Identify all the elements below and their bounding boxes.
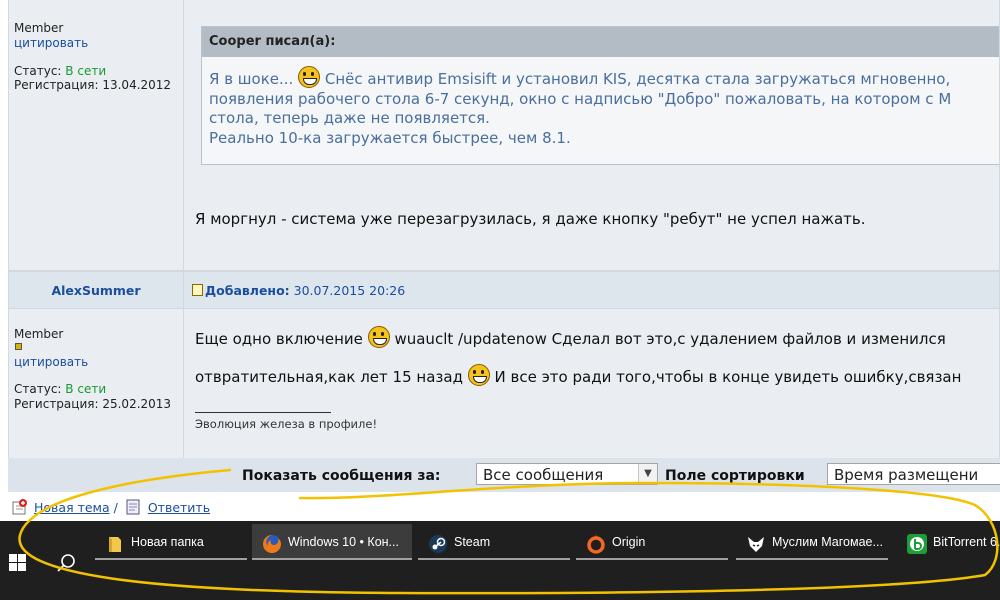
message-line: отвратительная,как лет 15 назад И все эт…: [195, 364, 961, 386]
select-value: Время размещени: [834, 466, 979, 484]
reply-icon: [126, 499, 142, 515]
quote-line: Снёс антивир Emsisift и установил KIS, д…: [324, 70, 951, 88]
quote-header: Cooper писал(а):: [202, 27, 999, 57]
status-label: Статус:: [14, 382, 62, 396]
post1-message: Cooper писал(а): Я в шоке... Снёс антиви…: [184, 0, 999, 270]
chevron-down-icon: ▼: [638, 464, 657, 484]
new-topic-link[interactable]: Новая тема: [34, 500, 110, 515]
post2-message: Еще одно включение wuauclt /updatenow Сд…: [184, 309, 999, 458]
taskbar-item-label: Муслим Магомае...: [772, 535, 883, 549]
taskbar-item-indicator: [252, 558, 412, 560]
quote-link[interactable]: цитировать: [14, 355, 88, 369]
posts-table: Member цитировать Статус: В сети Регистр…: [8, 0, 1000, 458]
registration-date: 25.02.2013: [102, 397, 172, 411]
folder-icon: [105, 532, 125, 552]
status-value: В сети: [65, 64, 107, 78]
quote-link[interactable]: цитировать: [14, 36, 88, 50]
post-icon: [192, 284, 203, 296]
crazy-smiley-icon: [467, 364, 490, 386]
display-options-bar: Показать сообщения за: Все сообщения ▼ П…: [8, 458, 1000, 492]
taskbar-item-label: Steam: [454, 535, 491, 549]
origin-icon: [586, 532, 606, 554]
signature: Эволюция железа в профиле!: [195, 417, 378, 431]
sort-label: Поле сортировки: [665, 468, 805, 484]
reply-text: Я моргнул - система уже перезагрузилась,…: [195, 210, 866, 228]
bittorrent-icon: [907, 532, 927, 554]
fox-icon: [746, 532, 766, 552]
user-status: Статус: В сети: [14, 382, 106, 396]
registration-label: Регистрация:: [14, 78, 99, 92]
sort-select[interactable]: Время размещени: [827, 463, 1000, 485]
forum-page: Member цитировать Статус: В сети Регистр…: [0, 0, 1000, 515]
show-messages-select[interactable]: Все сообщения ▼: [476, 463, 658, 485]
firefox-icon: [262, 532, 282, 553]
taskbar-item-music[interactable]: Муслим Магомае...: [736, 524, 888, 560]
taskbar-item-indicator: [576, 558, 728, 560]
post1-user-panel: Member цитировать Статус: В сети Регистр…: [9, 0, 183, 270]
windows-taskbar: Новая папка Windows 10 • Кон... Steam Or…: [0, 521, 1000, 600]
status-label: Статус:: [14, 64, 62, 78]
steam-icon: [428, 532, 448, 553]
taskbar-item-folder[interactable]: Новая папка: [95, 524, 247, 560]
new-topic-icon: [12, 499, 28, 515]
taskbar-item-origin[interactable]: Origin: [576, 524, 728, 560]
message-text: wuauclt /updatenow Сделал вот это,с удал…: [394, 330, 946, 348]
quote-line: стола, теперь даже не появляется.: [209, 109, 490, 127]
added-label: Добавлено:: [205, 283, 290, 298]
taskbar-item-indicator: [736, 558, 888, 560]
post2-author-cell: AlexSummer: [9, 272, 183, 308]
added-date: 30.07.2015 20:26: [293, 283, 406, 298]
taskbar-item-label: Новая папка: [131, 535, 204, 549]
message-text: И все это ради того,чтобы в конце увидет…: [494, 368, 962, 386]
quote-line: Реально 10-ка загружается быстрее, чем 8…: [209, 128, 571, 147]
message-text: Еще одно включение: [195, 330, 363, 348]
search-icon[interactable]: [54, 551, 78, 575]
user-status: Статус: В сети: [14, 64, 106, 78]
post-date-line: Добавлено: 30.07.2015 20:26: [192, 283, 405, 298]
rank-icon: [15, 343, 22, 350]
taskbar-item-indicator: [95, 558, 247, 560]
taskbar-item-label: BitTorrent 6.: [933, 535, 1000, 549]
message-line: Еще одно включение wuauclt /updatenow Сд…: [195, 326, 946, 348]
message-text: отвратительная,как лет 15 назад: [195, 368, 463, 386]
user-rank: Member: [14, 21, 64, 35]
post2-user-panel: Member цитировать Статус: В сети Регистр…: [9, 309, 183, 458]
quote-line: Я в шоке...: [209, 70, 294, 88]
taskbar-item-indicator: [418, 558, 570, 560]
user-registration: Регистрация: 25.02.2013: [14, 397, 171, 411]
select-value: Все сообщения: [483, 466, 604, 484]
author-name[interactable]: AlexSummer: [9, 283, 183, 298]
taskbar-item-firefox[interactable]: Windows 10 • Кон...: [252, 524, 412, 560]
windows-start-icon[interactable]: [9, 554, 26, 571]
user-rank: Member: [14, 327, 64, 341]
signature-divider: [195, 412, 331, 413]
link-separator: /: [113, 500, 118, 515]
topic-actions: Новая тема / Ответить: [12, 499, 210, 515]
quote-line: появления рабочего стола 6-7 секунд, окн…: [209, 89, 952, 108]
user-registration: Регистрация: 13.04.2012: [14, 78, 171, 92]
grin-smiley-icon: [367, 326, 390, 348]
quote-block: Cooper писал(а): Я в шоке... Снёс антиви…: [201, 26, 999, 165]
show-messages-label: Показать сообщения за:: [242, 468, 441, 484]
registration-label: Регистрация:: [14, 397, 99, 411]
taskbar-item-steam[interactable]: Steam: [418, 524, 570, 560]
taskbar-item-label: Origin: [612, 535, 646, 549]
registration-date: 13.04.2012: [102, 78, 172, 92]
reply-link[interactable]: Ответить: [148, 500, 210, 515]
taskbar-item-label: Windows 10 • Кон...: [288, 535, 399, 549]
quote-body: Я в шоке... Снёс антивир Emsisift и уста…: [202, 57, 999, 157]
status-value: В сети: [65, 382, 107, 396]
taskbar-item-bittorrent[interactable]: BitTorrent 6.: [897, 524, 1000, 560]
shocked-smiley-icon: [298, 66, 321, 88]
post2-header-cell: Добавлено: 30.07.2015 20:26: [184, 272, 999, 308]
